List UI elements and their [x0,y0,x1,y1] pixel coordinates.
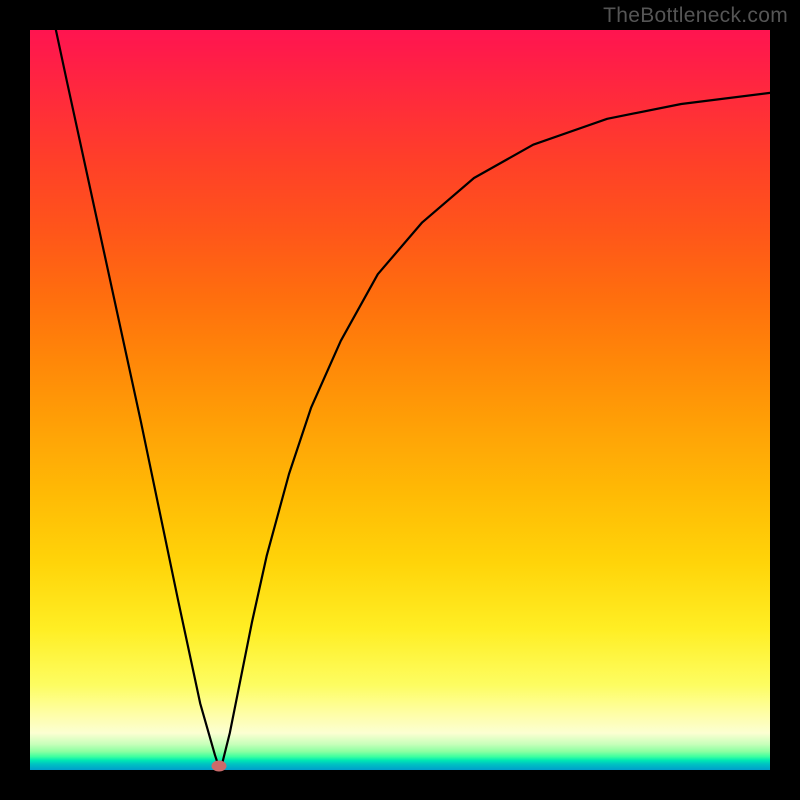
chart-frame: TheBottleneck.com [0,0,800,800]
plot-area [30,30,770,770]
watermark-text: TheBottleneck.com [603,4,788,28]
bottleneck-curve [30,30,770,770]
minimum-marker [211,761,226,772]
